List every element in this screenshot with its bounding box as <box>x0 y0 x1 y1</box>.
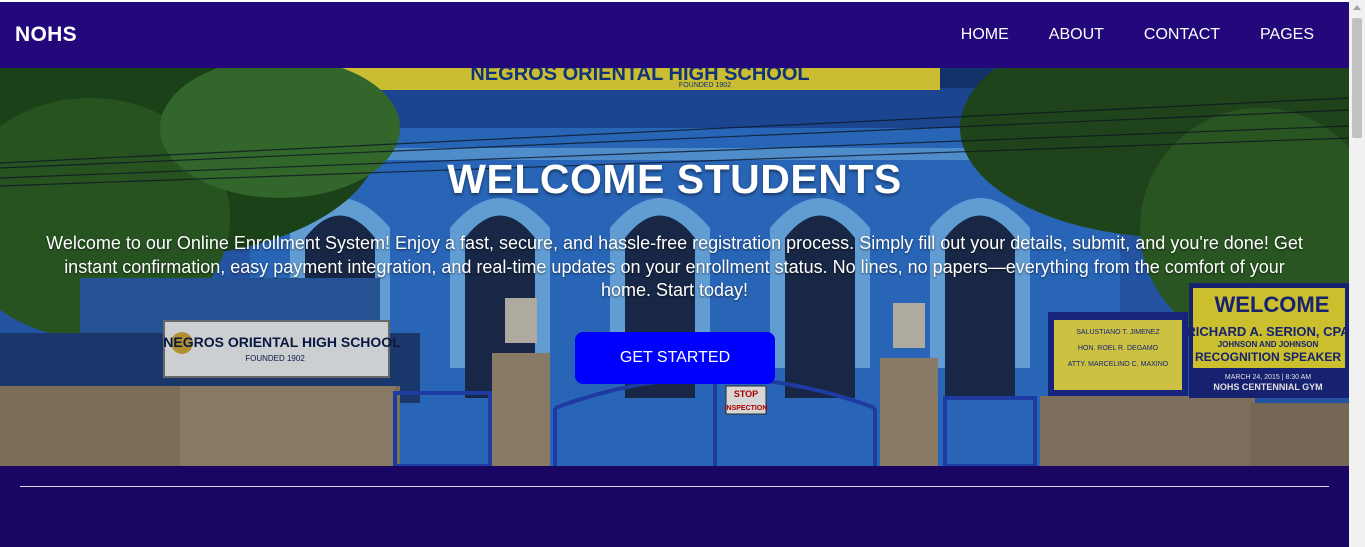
nav-link-contact[interactable]: CONTACT <box>1144 26 1220 44</box>
hero-description: Welcome to our Online Enrollment System!… <box>46 233 1303 300</box>
footer <box>0 466 1349 547</box>
brand-logo[interactable]: NOHS <box>15 23 77 47</box>
hero-section: NEGROS ORIENTAL HIGH SCHOOL FOUNDED 1902 <box>0 68 1349 466</box>
nav-links: HOME ABOUT CONTACT PAGES <box>921 26 1314 44</box>
footer-divider <box>20 486 1329 487</box>
page-scrollbar[interactable] <box>1349 0 1365 547</box>
hero-title: WELCOME STUDENTS <box>447 156 902 202</box>
nav-link-home[interactable]: HOME <box>961 26 1009 44</box>
top-navbar: NOHS HOME ABOUT CONTACT PAGES <box>0 2 1349 68</box>
nav-link-about[interactable]: ABOUT <box>1049 26 1104 44</box>
scroll-up-icon[interactable] <box>1353 5 1361 10</box>
scrollbar-thumb[interactable] <box>1352 18 1362 138</box>
nav-link-pages[interactable]: PAGES <box>1260 26 1314 44</box>
get-started-button[interactable]: GET STARTED <box>575 332 775 384</box>
